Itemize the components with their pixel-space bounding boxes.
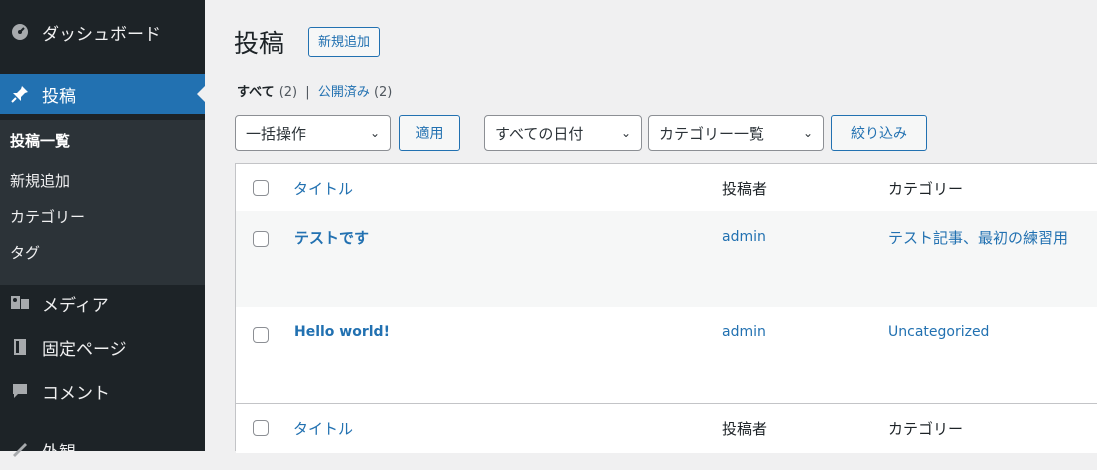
menu-appearance[interactable]: 外観 — [0, 430, 205, 470]
menu-posts-label: 投稿 — [42, 86, 76, 107]
bulk-action-select[interactable]: 一括操作 ⌄ — [235, 115, 391, 151]
comment-icon — [10, 381, 30, 401]
view-published-count: (2) — [373, 85, 393, 100]
view-published[interactable]: 公開済み — [318, 85, 370, 100]
page-title: 投稿 — [234, 29, 285, 58]
view-all[interactable]: すべて — [237, 85, 275, 100]
table-footer-row: タイトル 投稿者 カテゴリー — [236, 403, 1097, 453]
view-separator: | — [305, 85, 310, 100]
page-icon — [10, 337, 30, 357]
menu-pages-label: 固定ページ — [42, 339, 127, 360]
menu-media[interactable]: メディア — [0, 283, 205, 323]
date-filter-select[interactable]: すべての日付 ⌄ — [484, 115, 642, 151]
submenu-tags[interactable]: タグ — [10, 242, 40, 263]
column-author-header: 投稿者 — [722, 180, 768, 198]
chevron-down-icon: ⌄ — [802, 126, 813, 140]
chevron-down-icon: ⌄ — [620, 126, 631, 140]
admin-sidebar: ダッシュボード 投稿 投稿一覧 新規追加 カテゴリー タグ メディア 固定ページ… — [0, 0, 205, 463]
row-checkbox[interactable] — [253, 231, 269, 247]
table-row: テストです admin テスト記事、最初の練習用 — [236, 211, 1097, 307]
menu-dashboard[interactable]: ダッシュボード — [0, 12, 205, 52]
row-checkbox[interactable] — [253, 327, 269, 343]
menu-posts[interactable]: 投稿 — [0, 74, 205, 114]
column-title-footer[interactable]: タイトル — [293, 418, 353, 439]
view-all-count: (2) — [278, 85, 298, 100]
select-all-checkbox[interactable] — [253, 420, 269, 436]
menu-dashboard-label: ダッシュボード — [42, 24, 161, 45]
media-icon — [10, 293, 30, 313]
submenu-all-posts[interactable]: 投稿一覧 — [10, 130, 70, 151]
appearance-icon — [10, 440, 30, 460]
dashboard-icon — [10, 22, 30, 42]
menu-media-label: メディア — [42, 295, 109, 316]
menu-pages[interactable]: 固定ページ — [0, 327, 205, 367]
category-filter-label: カテゴリー一覧 — [659, 124, 765, 143]
menu-appearance-label: 外観 — [42, 442, 76, 463]
chevron-down-icon: ⌄ — [369, 126, 380, 140]
column-categories-footer: カテゴリー — [888, 420, 964, 438]
submenu-add-new[interactable]: 新規追加 — [10, 170, 70, 191]
post-categories-link[interactable]: Uncategorized — [888, 324, 989, 340]
menu-comments[interactable]: コメント — [0, 371, 205, 411]
category-filter-select[interactable]: カテゴリー一覧 ⌄ — [648, 115, 824, 151]
post-author-link[interactable]: admin — [722, 324, 766, 340]
column-title-header[interactable]: タイトル — [293, 178, 353, 199]
pin-icon — [10, 84, 30, 104]
menu-comments-label: コメント — [42, 383, 110, 404]
post-categories-link[interactable]: テスト記事、最初の練習用 — [888, 227, 1068, 248]
post-status-views: すべて (2) | 公開済み (2) — [237, 81, 392, 100]
add-new-post-button[interactable]: 新規追加 — [308, 27, 381, 57]
main-content: 投稿 新規追加 すべて (2) | 公開済み (2) 一括操作 ⌄ 適用 すべて… — [205, 0, 1097, 453]
column-author-footer: 投稿者 — [722, 420, 768, 438]
posts-table: タイトル 投稿者 カテゴリー テストです admin テスト記事、最初の練習用 … — [235, 163, 1097, 453]
column-categories-header: カテゴリー — [888, 180, 964, 198]
post-title-link[interactable]: Hello world! — [294, 324, 390, 340]
table-header-row: タイトル 投稿者 カテゴリー — [236, 164, 1097, 212]
post-author-link[interactable]: admin — [722, 229, 766, 245]
filter-button[interactable]: 絞り込み — [831, 115, 927, 151]
bulk-action-label: 一括操作 — [246, 124, 307, 143]
select-all-checkbox[interactable] — [253, 180, 269, 196]
table-row: Hello world! admin Uncategorized — [236, 307, 1097, 403]
apply-button[interactable]: 適用 — [399, 115, 460, 151]
post-title-link[interactable]: テストです — [294, 227, 369, 248]
date-filter-label: すべての日付 — [495, 124, 584, 143]
submenu-categories[interactable]: カテゴリー — [10, 206, 85, 227]
